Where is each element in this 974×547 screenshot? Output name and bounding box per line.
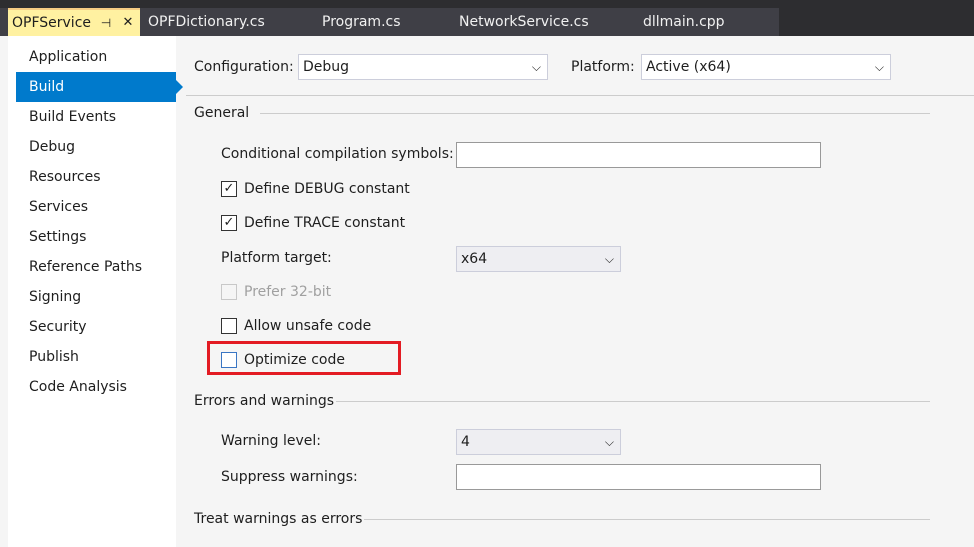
warning-level-value: 4 <box>461 434 470 450</box>
suppress-warnings-input[interactable] <box>456 464 821 490</box>
close-icon[interactable]: ✕ <box>120 10 136 36</box>
tab-networkservice[interactable]: NetworkService.cs <box>459 8 589 36</box>
sidebar-item-label: Build <box>29 79 65 95</box>
tab-opfdictionary[interactable]: OPFDictionary.cs <box>148 8 265 36</box>
define-debug-checkbox[interactable]: ✓ <box>221 181 237 197</box>
platform-target-label: Platform target: <box>221 250 332 266</box>
conditional-symbols-label: Conditional compilation symbols: <box>221 146 454 162</box>
sidebar-item-label: Reference Paths <box>29 259 142 275</box>
sidebar-item-label: Services <box>29 199 89 215</box>
tab-opfservice[interactable]: OPFService ⊣ ✕ <box>8 8 140 36</box>
sidebar-item-settings[interactable]: Settings <box>16 222 176 252</box>
sidebar-item-label: Security <box>29 319 87 335</box>
define-trace-label: Define TRACE constant <box>244 215 406 231</box>
platform-dropdown[interactable]: Active (x64) ⌵ <box>641 54 891 80</box>
platform-value: Active (x64) <box>646 59 731 75</box>
sidebar-item-label: Signing <box>29 289 82 305</box>
sidebar-item-services[interactable]: Services <box>16 192 176 222</box>
chevron-down-icon: ⌵ <box>604 252 614 266</box>
sidebar-item-resources[interactable]: Resources <box>16 162 176 192</box>
tab-dllmain[interactable]: dllmain.cpp <box>643 8 725 36</box>
sidebar-item-label: Resources <box>29 169 101 185</box>
platform-target-value: x64 <box>461 251 488 267</box>
highlight-box <box>207 341 401 375</box>
allow-unsafe-label: Allow unsafe code <box>244 318 372 334</box>
selected-arrow-icon <box>176 80 183 94</box>
sidebar-item-publish[interactable]: Publish <box>16 342 176 372</box>
project-properties-sidebar: Application Build Build Events Debug Res… <box>8 36 183 547</box>
sidebar-item-security[interactable]: Security <box>16 312 176 342</box>
suppress-warnings-label: Suppress warnings: <box>221 469 358 485</box>
pin-icon[interactable]: ⊣ <box>98 10 114 36</box>
configuration-label: Configuration: <box>194 59 294 75</box>
prefer-32bit-label: Prefer 32-bit <box>244 284 332 300</box>
sidebar-item-label: Publish <box>29 349 79 365</box>
tab-label: NetworkService.cs <box>459 14 589 30</box>
errors-heading-rule <box>336 401 930 402</box>
tab-label: Program.cs <box>322 14 401 30</box>
sidebar-item-label: Application <box>29 49 108 65</box>
tab-program[interactable]: Program.cs <box>322 8 401 36</box>
sidebar-item-build[interactable]: Build <box>16 72 183 102</box>
warning-level-label: Warning level: <box>221 433 322 449</box>
tab-label: dllmain.cpp <box>643 14 725 30</box>
prefer-32bit-checkbox <box>221 284 237 300</box>
sidebar-item-label: Settings <box>29 229 87 245</box>
sidebar-item-debug[interactable]: Debug <box>16 132 176 162</box>
treat-warnings-heading: Treat warnings as errors <box>194 511 363 527</box>
define-trace-checkbox[interactable]: ✓ <box>221 215 237 231</box>
define-debug-label: Define DEBUG constant <box>244 181 410 197</box>
allow-unsafe-checkbox[interactable] <box>221 318 237 334</box>
sidebar-item-build-events[interactable]: Build Events <box>16 102 176 132</box>
sidebar-item-label: Code Analysis <box>29 379 127 395</box>
sidebar-item-reference-paths[interactable]: Reference Paths <box>16 252 176 282</box>
treat-warnings-heading-rule <box>364 519 930 520</box>
platform-label: Platform: <box>571 59 635 75</box>
sidebar-item-application[interactable]: Application <box>16 42 176 72</box>
sidebar-item-code-analysis[interactable]: Code Analysis <box>16 372 176 402</box>
document-tab-bar: OPFService ⊣ ✕ OPFDictionary.cs Program.… <box>0 0 974 36</box>
sidebar-item-signing[interactable]: Signing <box>16 282 176 312</box>
sidebar-item-label: Debug <box>29 139 76 155</box>
warning-level-dropdown[interactable]: 4 ⌵ <box>456 429 621 455</box>
chevron-down-icon: ⌵ <box>604 435 614 449</box>
chevron-down-icon: ⌵ <box>531 60 541 74</box>
configuration-dropdown[interactable]: Debug ⌵ <box>298 54 548 80</box>
platform-target-dropdown[interactable]: x64 ⌵ <box>456 246 621 272</box>
tab-label: OPFDictionary.cs <box>148 14 265 30</box>
general-heading: General <box>194 105 250 121</box>
chevron-down-icon: ⌵ <box>874 60 884 74</box>
conditional-symbols-input[interactable] <box>456 142 821 168</box>
general-heading-rule <box>260 113 930 114</box>
sidebar-item-label: Build Events <box>29 109 116 125</box>
tab-label: OPFService <box>12 15 92 31</box>
configuration-value: Debug <box>303 59 350 75</box>
config-divider <box>186 95 974 96</box>
errors-warnings-heading: Errors and warnings <box>194 393 335 409</box>
